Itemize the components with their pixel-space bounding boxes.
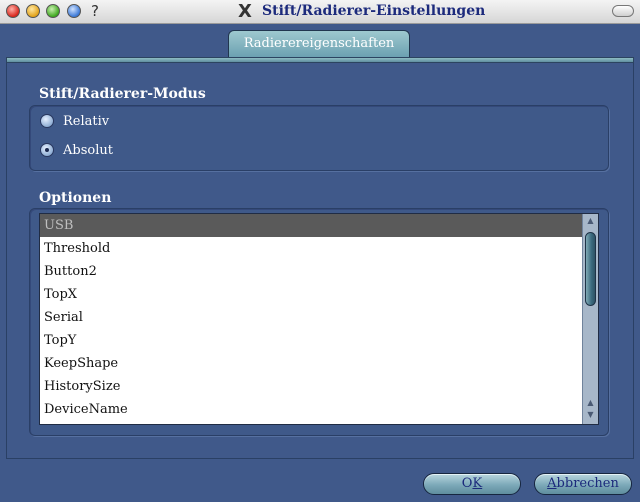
scroll-thumb[interactable] <box>585 232 596 306</box>
options-listbox[interactable]: USB Threshold Button2 TopX Serial TopY K… <box>39 213 599 425</box>
radio-relativ[interactable]: Relativ <box>40 112 109 130</box>
x11-icon: X <box>238 1 252 22</box>
radio-absolut-label[interactable]: Absolut <box>63 143 113 158</box>
scroll-up-icon[interactable]: ▲ <box>585 216 596 226</box>
cancel-button[interactable]: Abbrechen <box>534 473 632 495</box>
scroll-down-icon[interactable]: ▼ <box>585 410 596 420</box>
radio-relativ-label[interactable]: Relativ <box>63 114 109 129</box>
list-item[interactable]: HistorySize <box>40 375 598 398</box>
radio-absolut[interactable]: Absolut <box>40 141 113 159</box>
list-item[interactable]: KeepShape <box>40 352 598 375</box>
title-bar: ? X Stift/Radierer-Einstellungen <box>0 0 640 24</box>
list-scrollbar[interactable]: ▲ ▲ ▼ <box>582 214 598 424</box>
ok-mnemonic: K <box>472 476 483 491</box>
minimize-window-icon[interactable] <box>26 4 40 18</box>
cancel-mnemonic: A <box>547 476 557 491</box>
list-item[interactable]: Threshold <box>40 237 598 260</box>
shade-window-icon[interactable] <box>67 4 81 18</box>
list-item[interactable]: TopX <box>40 283 598 306</box>
list-item[interactable]: Serial <box>40 306 598 329</box>
maximize-window-icon[interactable] <box>46 4 60 18</box>
ok-label-prefix: O <box>461 476 473 491</box>
window-title: Stift/Radierer-Einstellungen <box>262 3 486 19</box>
tab-radierereigenschaften[interactable]: Radierereigenschaften <box>228 30 410 58</box>
list-item[interactable]: TopY <box>40 329 598 352</box>
radio-absolut-button[interactable] <box>40 143 54 157</box>
list-item[interactable]: Button2 <box>40 260 598 283</box>
list-item[interactable]: USB <box>40 214 598 237</box>
mode-groupbox: Relativ Absolut <box>29 105 609 171</box>
help-icon[interactable]: ? <box>91 2 99 20</box>
radio-relativ-button[interactable] <box>40 114 54 128</box>
ok-button[interactable]: OK <box>423 473 521 495</box>
collapse-window-icon[interactable] <box>612 5 634 17</box>
options-group-title: Optionen <box>39 190 112 206</box>
close-window-icon[interactable] <box>6 4 20 18</box>
list-item[interactable]: DeviceName <box>40 398 598 421</box>
mode-group-title: Stift/Radierer-Modus <box>39 86 206 102</box>
cancel-label-rest: bbrechen <box>556 476 619 491</box>
scroll-up-icon[interactable]: ▲ <box>585 398 596 408</box>
